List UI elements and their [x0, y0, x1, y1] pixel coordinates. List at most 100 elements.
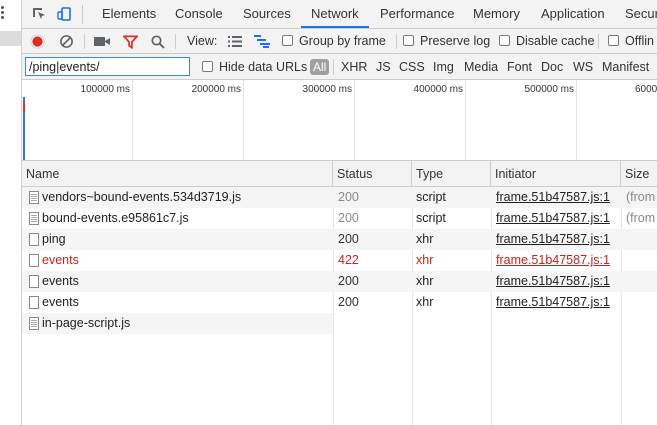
- request-type: xhr: [416, 232, 434, 246]
- type-filter-font[interactable]: Font: [507, 54, 532, 80]
- request-type: xhr: [416, 274, 434, 288]
- requests-table: Name Status Type Initiator Size vendors~…: [22, 161, 657, 425]
- inspect-element-icon[interactable]: [31, 6, 47, 22]
- request-type: xhr: [416, 295, 434, 309]
- type-filter-manifest[interactable]: Manifest: [602, 54, 649, 80]
- preserve-log-checkbox[interactable]: Preserve log: [403, 29, 490, 54]
- script-file-icon: [29, 317, 39, 330]
- network-overview-timeline[interactable]: 100000 ms 200000 ms 300000 ms 400000 ms …: [22, 80, 657, 161]
- table-row[interactable]: in-page-script.js: [22, 313, 333, 334]
- table-row[interactable]: ping 200 xhr frame.51b47587.js:1: [22, 229, 657, 250]
- group-by-frame-checkbox[interactable]: Group by frame: [282, 29, 386, 54]
- request-status: 200: [338, 190, 359, 204]
- tab-performance[interactable]: Performance: [380, 0, 454, 28]
- timeline-request-bar-error: [23, 102, 25, 112]
- timeline-gridline: [354, 80, 355, 160]
- disable-cache-checkbox[interactable]: Disable cache: [499, 29, 595, 54]
- request-initiator-link[interactable]: frame.51b47587.js:1: [496, 208, 620, 229]
- type-filter-img[interactable]: Img: [433, 54, 454, 80]
- tab-network[interactable]: Network: [301, 0, 369, 28]
- request-initiator-link[interactable]: frame.51b47587.js:1: [496, 292, 620, 313]
- column-header-initiator[interactable]: Initiator: [491, 161, 621, 187]
- table-row[interactable]: events 200 xhr frame.51b47587.js:1: [22, 271, 657, 292]
- clear-icon[interactable]: [59, 34, 74, 49]
- request-name-text: bound-events.e95861c7.js: [42, 211, 189, 225]
- request-initiator-link[interactable]: frame.51b47587.js:1: [496, 271, 620, 292]
- tab-elements[interactable]: Elements: [102, 0, 156, 28]
- timeline-tick-label: 6000: [635, 84, 657, 95]
- filter-divider: [333, 59, 334, 75]
- request-name-text: in-page-script.js: [42, 316, 131, 330]
- waterfall-view-icon[interactable]: [254, 35, 270, 48]
- tab-memory[interactable]: Memory: [473, 0, 520, 28]
- request-initiator-link[interactable]: frame.51b47587.js:1: [496, 229, 620, 250]
- request-size: [626, 292, 657, 313]
- table-row[interactable]: vendors~bound-events.534d3719.js 200 scr…: [22, 187, 657, 208]
- table-row-error[interactable]: events 422 xhr frame.51b47587.js:1: [22, 250, 657, 271]
- record-icon[interactable]: [30, 34, 45, 49]
- request-initiator-link[interactable]: frame.51b47587.js:1: [496, 250, 620, 271]
- timeline-tick-label: 300000 ms: [302, 84, 352, 95]
- table-header: Name Status Type Initiator Size: [22, 161, 657, 187]
- toolbar-divider: [598, 34, 599, 49]
- request-size: [626, 229, 657, 250]
- tab-sources[interactable]: Sources: [243, 0, 291, 28]
- request-name-text: events: [42, 295, 79, 309]
- sidebar-selected-item[interactable]: [0, 31, 21, 46]
- type-filter-media[interactable]: Media: [464, 54, 498, 80]
- toolbar-divider: [84, 34, 85, 49]
- request-initiator-link[interactable]: frame.51b47587.js:1: [496, 187, 620, 208]
- request-status: 200: [338, 232, 359, 246]
- timeline-gridline: [465, 80, 466, 160]
- request-type: script: [416, 211, 446, 225]
- search-icon[interactable]: [151, 35, 165, 49]
- request-name-text: vendors~bound-events.534d3719.js: [42, 190, 242, 204]
- timeline-gridline: [132, 80, 133, 160]
- hide-data-urls-label: Hide data URLs: [219, 60, 308, 74]
- request-status: 422: [338, 253, 359, 267]
- filter-bar: Hide data URLs All XHR JS CSS Img Media …: [22, 54, 657, 80]
- request-status: 200: [338, 274, 359, 288]
- toolbar-divider: [175, 34, 176, 49]
- request-type: xhr: [416, 253, 434, 267]
- tab-security[interactable]: Secur: [625, 0, 657, 28]
- request-type: script: [416, 190, 446, 204]
- column-header-name[interactable]: Name: [22, 161, 333, 187]
- column-header-type[interactable]: Type: [412, 161, 491, 187]
- list-view-icon[interactable]: [228, 36, 242, 47]
- request-size: (from: [626, 190, 656, 204]
- column-header-size[interactable]: Size: [621, 161, 657, 187]
- column-header-status[interactable]: Status: [333, 161, 412, 187]
- hide-data-urls-checkbox[interactable]: Hide data URLs: [202, 54, 307, 80]
- type-filter-js[interactable]: JS: [376, 54, 391, 80]
- request-size: [626, 250, 657, 271]
- toolbar-divider: [396, 34, 397, 49]
- request-name: events: [26, 271, 332, 292]
- filter-icon[interactable]: [123, 35, 138, 49]
- type-filter-all[interactable]: All: [310, 59, 330, 75]
- view-label: View:: [187, 34, 218, 48]
- timeline-tick-label: 200000 ms: [191, 84, 241, 95]
- type-filter-xhr[interactable]: XHR: [341, 54, 367, 80]
- offline-label: Offlin: [625, 34, 654, 48]
- tab-application[interactable]: Application: [541, 0, 605, 28]
- offline-checkbox[interactable]: Offlin: [608, 29, 654, 54]
- request-name: vendors~bound-events.534d3719.js: [26, 187, 332, 208]
- screenshot-camera-icon[interactable]: [94, 35, 111, 48]
- device-toolbar-icon[interactable]: [56, 6, 72, 22]
- filter-input[interactable]: [25, 57, 190, 76]
- request-status: 200: [338, 295, 359, 309]
- tab-console[interactable]: Console: [175, 0, 223, 28]
- timeline-tick-label: 500000 ms: [524, 84, 574, 95]
- more-options-icon[interactable]: [0, 4, 8, 20]
- type-filter-ws[interactable]: WS: [573, 54, 593, 80]
- document-file-icon: [29, 233, 39, 246]
- table-row[interactable]: events 200 xhr frame.51b47587.js:1: [22, 292, 657, 313]
- type-filter-css[interactable]: CSS: [399, 54, 425, 80]
- request-name: events: [26, 292, 332, 313]
- timeline-tick-label: 400000 ms: [413, 84, 463, 95]
- table-row[interactable]: bound-events.e95861c7.js 200 script fram…: [22, 208, 657, 229]
- request-size: (from: [626, 211, 656, 225]
- request-name-text: events: [42, 274, 79, 288]
- type-filter-doc[interactable]: Doc: [541, 54, 563, 80]
